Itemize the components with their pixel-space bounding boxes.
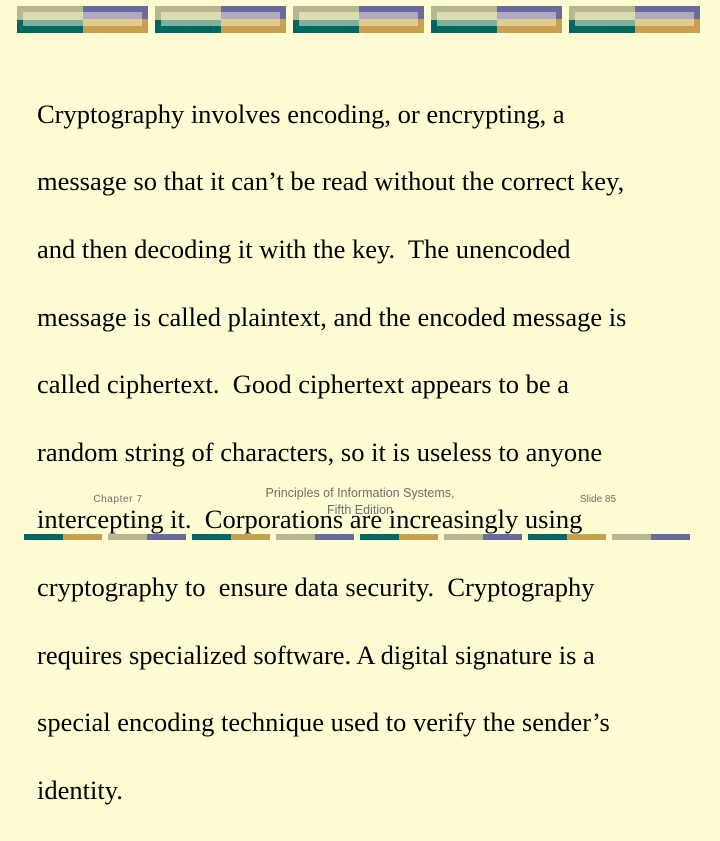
color-band: [399, 534, 438, 540]
color-band: [360, 534, 399, 540]
color-band: [635, 26, 700, 33]
color-band: [694, 19, 700, 26]
header-color-block: [17, 6, 148, 33]
color-band: [83, 12, 142, 19]
body-line: special encoding technique used to verif…: [37, 707, 610, 738]
color-band: [280, 12, 286, 19]
body-line: and then decoding it with the key. The u…: [37, 233, 571, 264]
footer-color-block: [108, 534, 186, 540]
color-band: [694, 12, 700, 19]
color-band: [221, 26, 286, 33]
body-line: message so that it can’t be read without…: [37, 166, 625, 197]
color-band: [635, 19, 694, 26]
footer-color-block: [612, 534, 690, 540]
footer-color-block: [192, 534, 270, 540]
color-band: [147, 534, 186, 540]
color-band: [63, 534, 102, 540]
footer-book-title: Principles of Information Systems, Fifth…: [232, 485, 488, 519]
color-band: [155, 26, 221, 33]
body-line: cryptography to ensure data security. Cr…: [37, 571, 595, 602]
slide-body-text: Cryptography involves encoding, or encry…: [37, 64, 697, 841]
color-band: [83, 26, 148, 33]
footer-color-block: [276, 534, 354, 540]
color-band: [359, 12, 418, 19]
color-band: [142, 19, 148, 26]
color-band: [437, 12, 497, 20]
color-band: [569, 26, 635, 33]
color-band: [497, 19, 556, 26]
footer-color-block: [360, 534, 438, 540]
body-line: message is called plaintext, and the enc…: [37, 301, 627, 332]
color-band: [359, 26, 424, 33]
color-band: [108, 534, 147, 540]
color-band: [556, 12, 562, 19]
color-band: [315, 534, 354, 540]
footer-decoration: [0, 534, 720, 540]
color-band: [221, 19, 280, 26]
footer-book-title-line2: Fifth Edition: [326, 503, 393, 517]
color-band: [221, 12, 280, 19]
header-color-block: [569, 6, 700, 33]
color-band: [293, 26, 359, 33]
color-band: [612, 534, 651, 540]
color-band: [556, 19, 562, 26]
color-band: [24, 534, 63, 540]
header-color-block: [293, 6, 424, 33]
footer-chapter: Chapter 7: [93, 494, 143, 505]
footer-color-block: [444, 534, 522, 540]
color-band: [299, 12, 359, 20]
color-band: [192, 534, 231, 540]
color-band: [418, 12, 424, 19]
color-band: [418, 19, 424, 26]
footer-book-title-line1: Principles of Information Systems,: [265, 486, 455, 500]
color-band: [83, 19, 142, 26]
footer-color-block: [528, 534, 606, 540]
color-band: [567, 534, 606, 540]
body-line: random string of characters, so it is us…: [37, 436, 603, 467]
color-band: [23, 12, 83, 20]
footer-color-block: [24, 534, 102, 540]
body-line: Cryptography involves encoding, or encry…: [37, 98, 565, 129]
body-line: requires specialized software. A digital…: [37, 639, 595, 670]
header-color-block: [431, 6, 562, 33]
color-band: [280, 19, 286, 26]
color-band: [444, 534, 483, 540]
color-band: [161, 12, 221, 20]
color-band: [528, 534, 567, 540]
body-line: identity.: [37, 774, 123, 805]
color-band: [497, 12, 556, 19]
header-color-block: [155, 6, 286, 33]
color-band: [497, 26, 562, 33]
color-band: [651, 534, 690, 540]
header-decoration: [0, 0, 720, 40]
color-band: [359, 19, 418, 26]
color-band: [431, 26, 497, 33]
color-band: [635, 12, 694, 19]
body-line: called ciphertext. Good ciphertext appea…: [37, 369, 569, 400]
color-band: [17, 26, 83, 33]
color-band: [483, 534, 522, 540]
color-band: [142, 12, 148, 19]
color-band: [231, 534, 270, 540]
footer-slide-number: Slide 85: [579, 494, 617, 505]
color-band: [276, 534, 315, 540]
color-band: [575, 12, 635, 20]
